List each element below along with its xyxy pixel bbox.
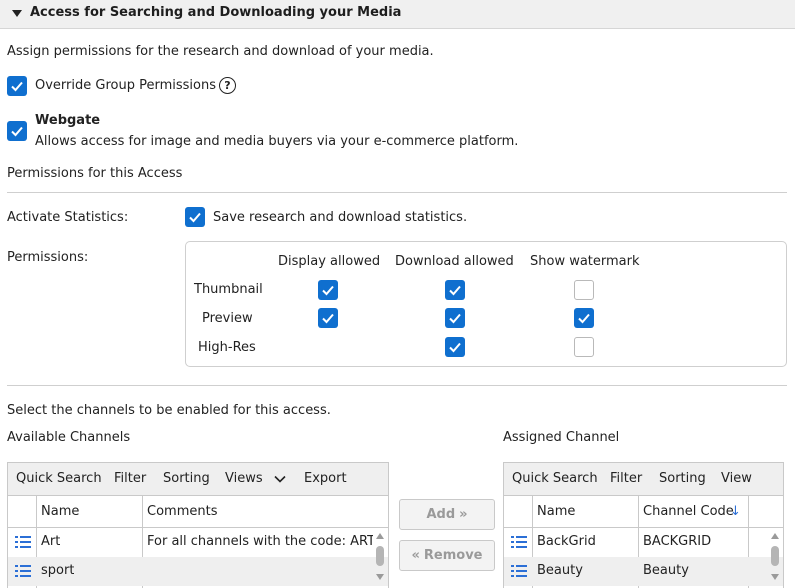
column-header-name[interactable]: Name [41,504,79,519]
check-icon [449,342,461,353]
available-channels-panel: Quick Search Filter Sorting Views Export… [7,462,389,588]
list-icon[interactable] [15,535,31,549]
column-header-channel-code[interactable]: Channel Code [643,504,734,519]
scroll-up-icon[interactable] [771,533,779,539]
add-button[interactable]: Add » [399,499,495,530]
export-button[interactable]: Export [304,471,347,486]
filter-button[interactable]: Filter [610,471,642,486]
section-title: Access for Searching and Downloading you… [30,5,402,20]
assigned-column-headers: Name Channel Code ↓ [504,496,783,528]
table-row[interactable]: BackGrid BACKGRID [504,528,783,557]
table-row[interactable]: Beauty Beauty [504,557,783,586]
double-chevron-right-icon: » [459,507,468,522]
available-toolbar: Quick Search Filter Sorting Views Export [8,463,388,496]
statistics-label: Activate Statistics: [7,210,129,225]
channels-instruction: Select the channels to be enabled for th… [7,403,331,418]
check-icon [578,313,590,324]
column-header-download: Download allowed [395,254,514,269]
channel-name: Art [41,534,61,549]
check-icon [11,126,23,137]
available-column-headers: Name Comments [8,496,388,528]
column-header-name[interactable]: Name [537,504,575,519]
thumbnail-download-checkbox[interactable] [445,280,465,300]
scrollbar-thumb[interactable] [771,546,779,566]
sort-arrow-down-icon[interactable]: ↓ [730,504,741,519]
highres-download-checkbox[interactable] [445,337,465,357]
preview-download-checkbox[interactable] [445,308,465,328]
webgate-description: Allows access for image and media buyers… [35,134,519,149]
scroll-down-icon[interactable] [771,574,779,580]
webgate-checkbox[interactable] [7,121,27,141]
quick-search-button[interactable]: Quick Search [16,471,102,486]
channel-name: Beauty [537,563,583,578]
row-label-preview: Preview [202,311,253,326]
channel-name: sport [41,563,75,578]
assigned-channel-title: Assigned Channel [503,430,620,445]
divider [7,192,787,193]
add-label: Add [426,507,456,522]
channel-code: Beauty [643,563,689,578]
permissions-heading: Permissions for this Access [7,166,183,181]
row-label-highres: High-Res [198,340,256,355]
webgate-title: Webgate [35,113,101,128]
remove-label: Remove [423,548,483,563]
quick-search-button[interactable]: Quick Search [512,471,598,486]
list-icon[interactable] [15,564,31,578]
thumbnail-display-checkbox[interactable] [318,280,338,300]
table-row[interactable]: sport [8,557,388,586]
permissions-label: Permissions: [7,250,89,265]
caret-down-icon[interactable] [12,10,22,17]
channel-name: BackGrid [537,534,596,549]
highres-watermark-checkbox[interactable] [574,337,594,357]
check-icon [449,313,461,324]
available-channels-title: Available Channels [7,430,131,445]
sorting-button[interactable]: Sorting [163,471,210,486]
preview-display-checkbox[interactable] [318,308,338,328]
remove-button[interactable]: « Remove [399,540,495,571]
chevron-down-icon[interactable] [274,475,286,484]
statistics-checkbox-label: Save research and download statistics. [213,210,468,225]
scroll-down-icon[interactable] [376,574,384,580]
list-icon[interactable] [511,535,527,549]
scrollbar[interactable] [770,529,780,588]
assigned-channels-panel: Quick Search Filter Sorting View Name Ch… [503,462,784,588]
views-button[interactable]: Views [225,471,263,486]
section-header[interactable]: Access for Searching and Downloading you… [0,0,795,29]
check-icon [11,81,23,92]
help-circle-icon[interactable]: ? [219,77,236,94]
section-description: Assign permissions for the research and … [7,44,434,59]
check-icon [322,285,334,296]
check-icon [449,285,461,296]
table-row[interactable]: Art For all channels with the code: ART [8,528,388,557]
row-label-thumbnail: Thumbnail [194,282,263,297]
check-icon [322,313,334,324]
scrollbar[interactable] [375,529,385,588]
column-header-comments[interactable]: Comments [147,504,217,519]
divider [7,385,787,386]
override-checkbox[interactable] [7,76,27,96]
sorting-button[interactable]: Sorting [659,471,706,486]
channel-code: BACKGRID [643,534,712,549]
assigned-toolbar: Quick Search Filter Sorting View [504,463,783,496]
views-button[interactable]: View [721,471,752,486]
channel-comment: For all channels with the code: ART [147,534,373,549]
filter-button[interactable]: Filter [114,471,146,486]
check-icon [189,212,201,223]
column-header-display: Display allowed [278,254,381,269]
scroll-up-icon[interactable] [376,533,384,539]
statistics-checkbox[interactable] [185,207,205,227]
preview-watermark-checkbox[interactable] [574,308,594,328]
scrollbar-thumb[interactable] [376,546,384,566]
column-header-watermark: Show watermark [530,254,640,269]
double-chevron-left-icon: « [411,548,420,563]
override-label: Override Group Permissions [35,78,216,93]
list-icon[interactable] [511,564,527,578]
thumbnail-watermark-checkbox[interactable] [574,280,594,300]
